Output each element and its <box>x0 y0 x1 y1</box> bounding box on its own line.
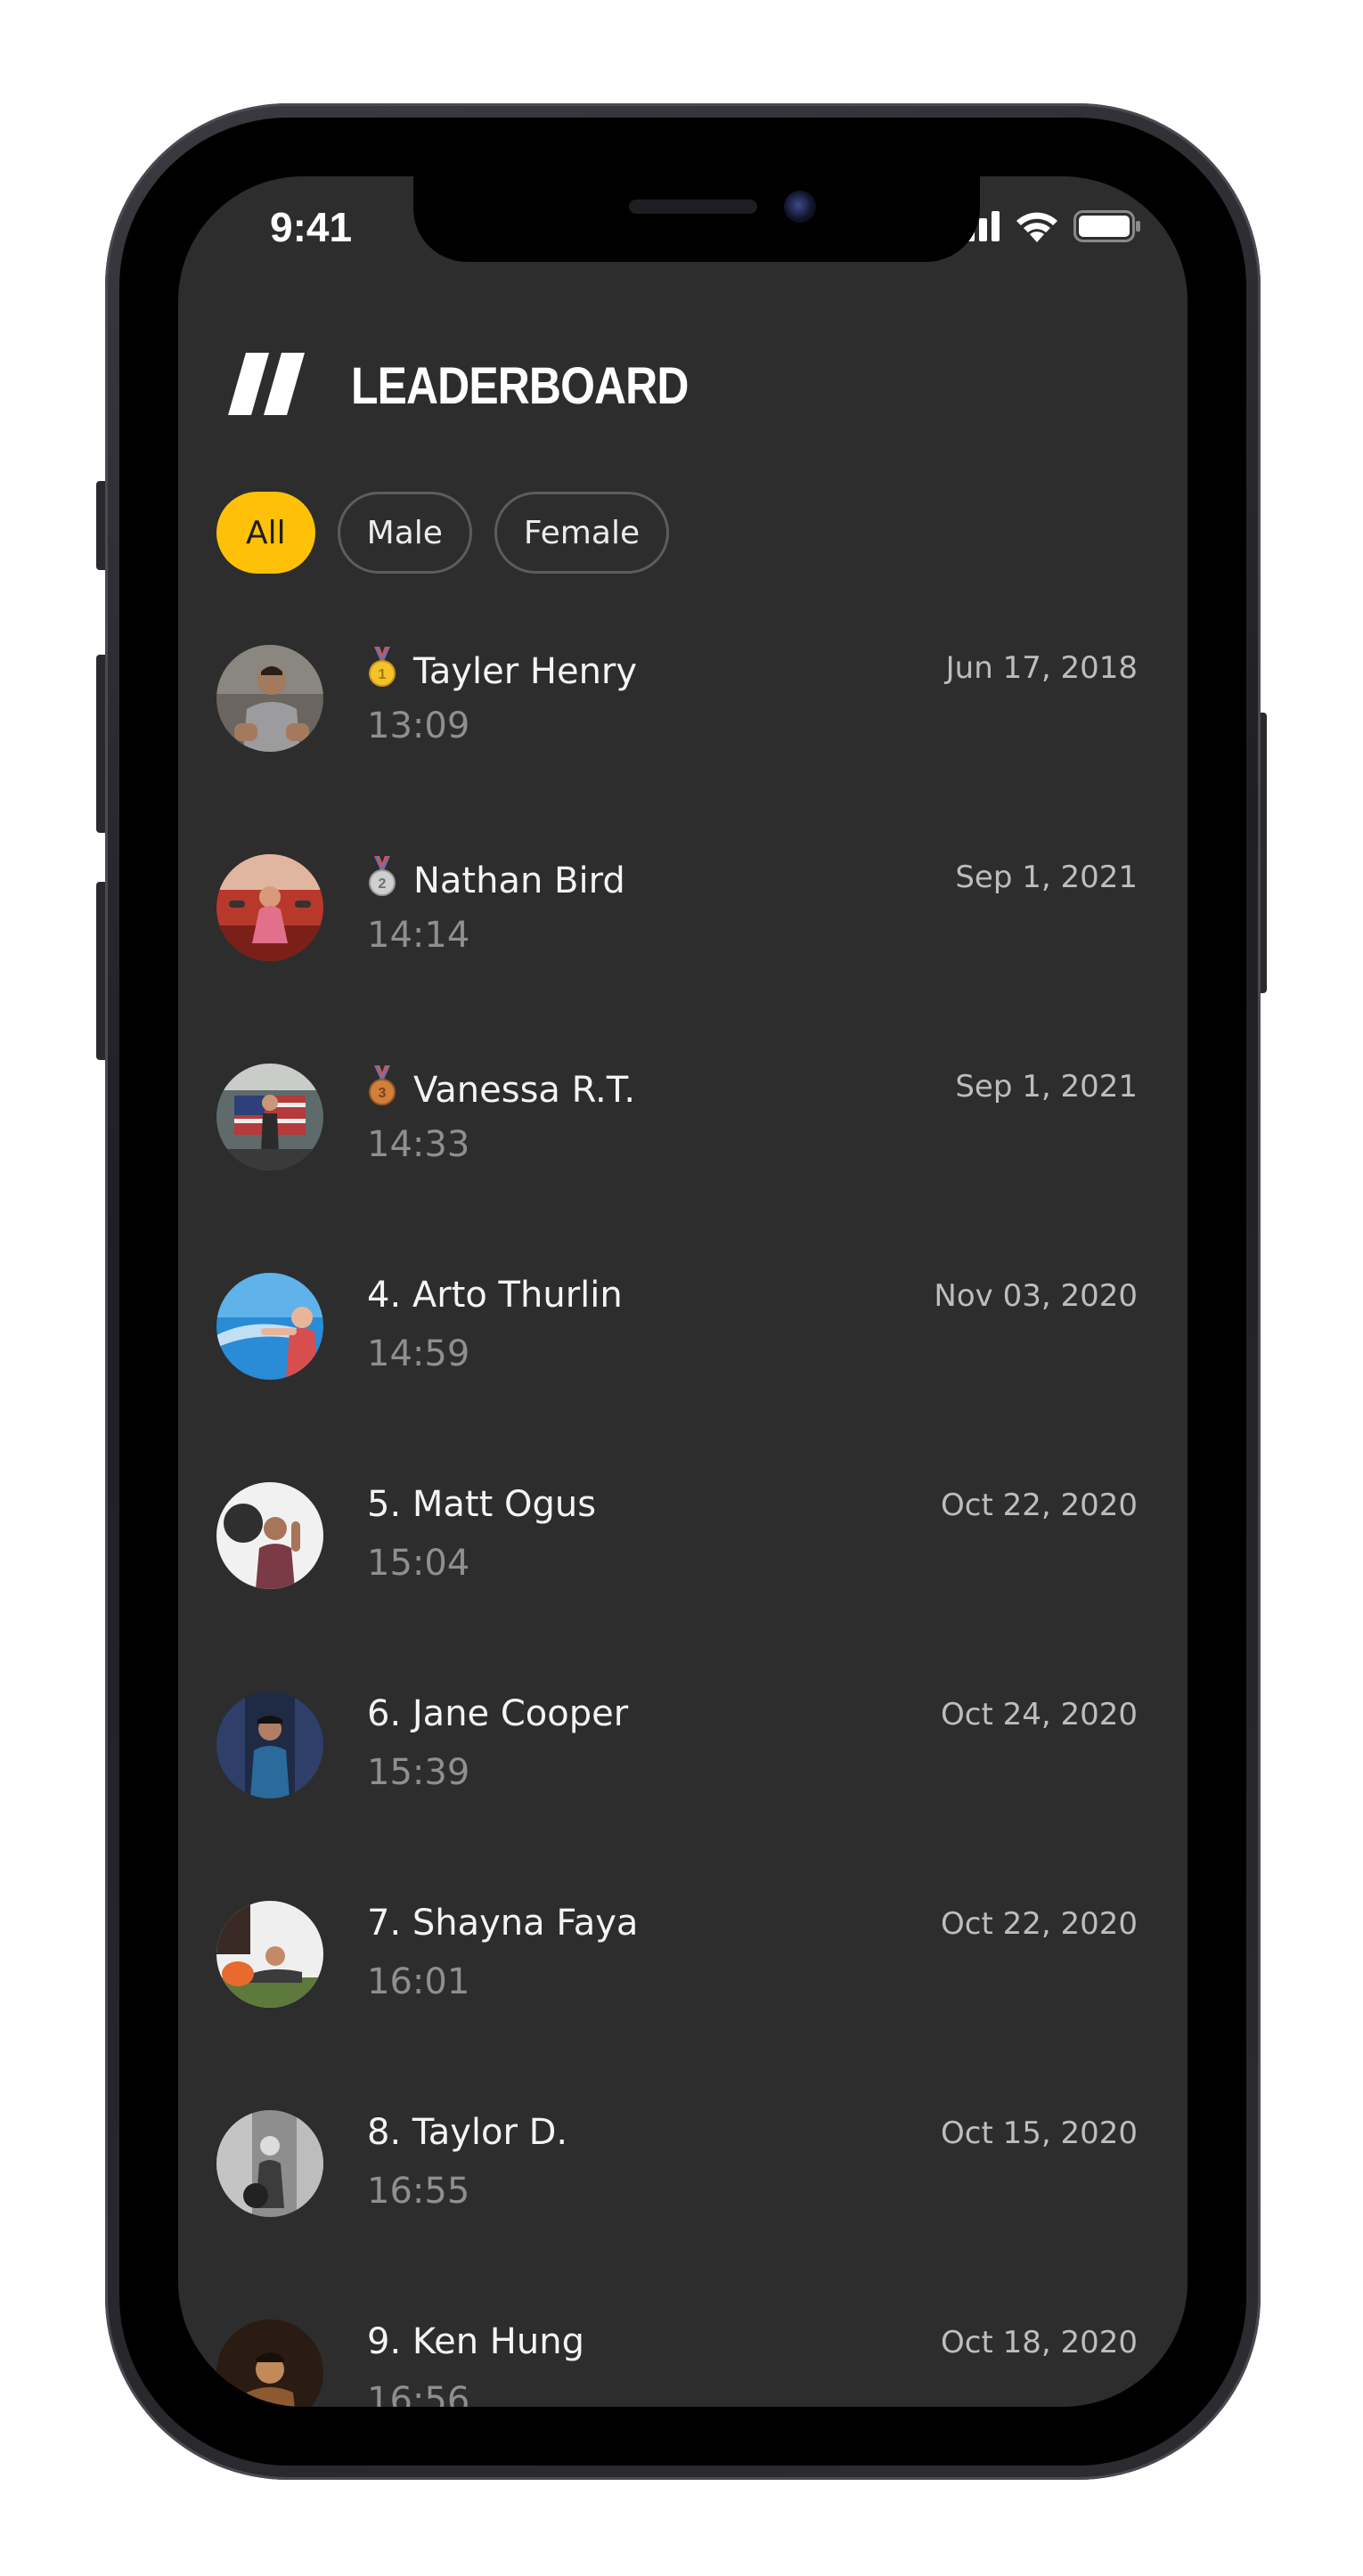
status-time: 9:41 <box>270 204 353 250</box>
avatar <box>216 854 323 961</box>
entry-name: 8. Taylor D. <box>367 2112 568 2153</box>
front-camera <box>784 191 816 223</box>
entry-time: 13:09 <box>367 705 470 746</box>
entry-time: 16:01 <box>367 1961 470 2002</box>
entry-name: Tayler Henry <box>413 651 638 692</box>
entry-name-line: 9. Ken Hung <box>367 2321 584 2362</box>
svg-text:3: 3 <box>379 1086 387 1101</box>
notch <box>413 176 980 262</box>
entry-time: 14:33 <box>367 1124 470 1165</box>
page-title: LEADERBOARD <box>351 356 689 415</box>
entry-name: 5. Matt Ogus <box>367 1484 597 1525</box>
entry-time: 14:59 <box>367 1333 470 1374</box>
entry-date: Oct 22, 2020 <box>941 1906 1138 1942</box>
battery-icon <box>1073 210 1141 242</box>
phone-bezel: 9:41 LEADERBOARD All Male Female 1 Tayle… <box>119 118 1246 2466</box>
entry-name: Nathan Bird <box>413 860 625 901</box>
leaderboard-row[interactable]: 1 Tayler Henry 13:09 Jun 17, 2018 <box>178 645 1188 854</box>
leaderboard-list: 1 Tayler Henry 13:09 Jun 17, 2018 2 Nath… <box>178 645 1188 2407</box>
entry-time: 15:39 <box>367 1752 470 1793</box>
entry-name-line: 3 Vanessa R.T. <box>367 1064 636 1115</box>
leaderboard-row[interactable]: 3 Vanessa R.T. 14:33 Sep 1, 2021 <box>178 1064 1188 1273</box>
silver-medal-icon: 2 <box>367 855 413 906</box>
svg-text:2: 2 <box>379 876 387 892</box>
entry-time: 15:04 <box>367 1543 470 1584</box>
entry-name: Vanessa R.T. <box>413 1070 636 1111</box>
leaderboard-row[interactable]: 8. Taylor D. 16:55 Oct 15, 2020 <box>178 2110 1188 2319</box>
entry-time: 14:14 <box>367 915 470 956</box>
earpiece-speaker <box>629 200 757 214</box>
bronze-medal-icon: 3 <box>367 1064 413 1115</box>
avatar <box>216 2319 323 2407</box>
avatar <box>216 1901 323 2008</box>
entry-name: 6. Jane Cooper <box>367 1693 629 1734</box>
filter-chip-female[interactable]: Female <box>494 492 670 574</box>
avatar <box>216 1064 323 1170</box>
entry-date: Oct 24, 2020 <box>941 1697 1138 1732</box>
gold-medal-icon: 1 <box>367 646 413 697</box>
avatar <box>216 645 323 752</box>
entry-name-line: 2 Nathan Bird <box>367 855 625 906</box>
double-slash-logo-icon <box>228 353 310 419</box>
wifi-icon <box>1015 210 1059 242</box>
entry-time: 16:55 <box>367 2171 470 2212</box>
entry-name-line: 5. Matt Ogus <box>367 1484 596 1525</box>
entry-time: 16:56 <box>367 2380 470 2407</box>
entry-name: 4. Arto Thurlin <box>367 1275 623 1316</box>
entry-date: Oct 22, 2020 <box>941 1488 1138 1523</box>
entry-date: Sep 1, 2021 <box>955 860 1138 895</box>
entry-name-line: 4. Arto Thurlin <box>367 1275 623 1316</box>
entry-name-line: 8. Taylor D. <box>367 2112 567 2153</box>
leaderboard-row[interactable]: 5. Matt Ogus 15:04 Oct 22, 2020 <box>178 1482 1188 1692</box>
svg-text:1: 1 <box>379 667 387 682</box>
leaderboard-row[interactable]: 4. Arto Thurlin 14:59 Nov 03, 2020 <box>178 1273 1188 1482</box>
filter-chip-all[interactable]: All <box>216 492 315 574</box>
leaderboard-row[interactable]: 9. Ken Hung 16:56 Oct 18, 2020 <box>178 2319 1188 2407</box>
avatar <box>216 2110 323 2217</box>
app-screen: 9:41 LEADERBOARD All Male Female 1 Tayle… <box>178 176 1188 2407</box>
entry-name: 7. Shayna Faya <box>367 1903 639 1944</box>
entry-name-line: 7. Shayna Faya <box>367 1903 638 1944</box>
entry-date: Nov 03, 2020 <box>934 1278 1138 1314</box>
entry-name-line: 1 Tayler Henry <box>367 646 638 697</box>
app-header: LEADERBOARD <box>228 353 743 419</box>
status-icons <box>954 210 1141 242</box>
device-mockup: 9:41 LEADERBOARD All Male Female 1 Tayle… <box>0 0 1363 2576</box>
entry-date: Jun 17, 2018 <box>945 650 1138 686</box>
entry-name-line: 6. Jane Cooper <box>367 1693 628 1734</box>
leaderboard-row[interactable]: 6. Jane Cooper 15:39 Oct 24, 2020 <box>178 1692 1188 1901</box>
filter-chips: All Male Female <box>216 492 670 574</box>
leaderboard-row[interactable]: 2 Nathan Bird 14:14 Sep 1, 2021 <box>178 854 1188 1064</box>
avatar <box>216 1273 323 1380</box>
entry-date: Sep 1, 2021 <box>955 1069 1138 1105</box>
avatar <box>216 1482 323 1589</box>
filter-chip-male[interactable]: Male <box>337 492 472 574</box>
entry-name: 9. Ken Hung <box>367 2321 584 2362</box>
entry-date: Oct 15, 2020 <box>941 2115 1138 2151</box>
phone-frame: 9:41 LEADERBOARD All Male Female 1 Tayle… <box>105 103 1261 2480</box>
leaderboard-row[interactable]: 7. Shayna Faya 16:01 Oct 22, 2020 <box>178 1901 1188 2110</box>
avatar <box>216 1692 323 1798</box>
entry-date: Oct 18, 2020 <box>941 2325 1138 2360</box>
